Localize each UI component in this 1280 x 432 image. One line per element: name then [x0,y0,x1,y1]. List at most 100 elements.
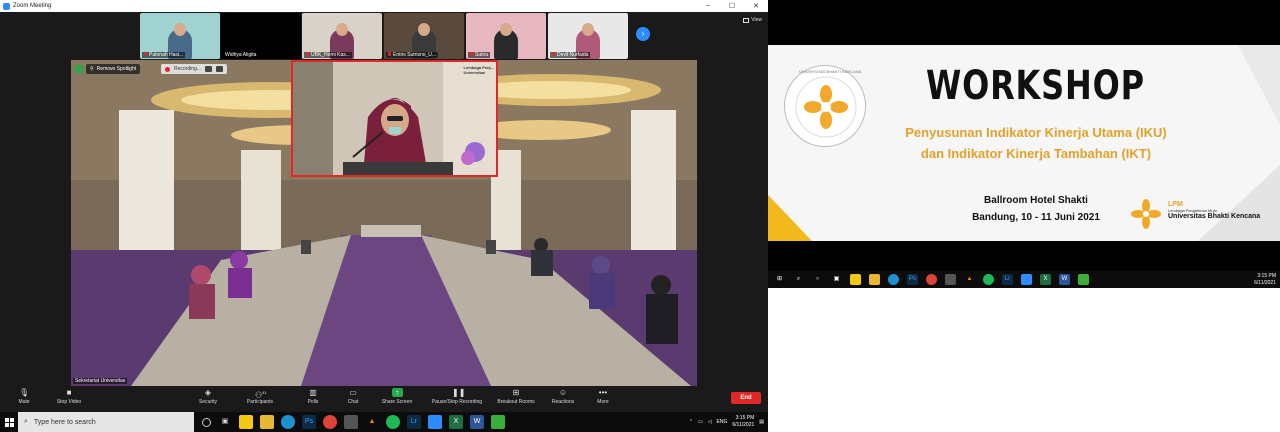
shield-icon [75,65,83,73]
file-explorer-icon[interactable] [260,415,274,429]
windows-logo-icon [4,417,14,427]
chat-button[interactable]: ▭ Chat [331,388,375,405]
network-icon[interactable]: ▭ [698,419,703,425]
media-player-icon[interactable] [945,274,956,285]
participant-tile[interactable]: Devil Nurfaida [548,13,628,59]
mute-button[interactable]: 🎙 Mute [2,388,46,405]
close-button[interactable]: ✕ [744,2,768,10]
smile-icon: ☺ [558,388,568,397]
participant-name: Widhya Aligita [225,52,257,58]
university-ring-text: UNIVERSITAS BHAKTI KENCANA [799,69,862,74]
zoom-taskbar-icon[interactable] [428,415,442,429]
sticky-notes-icon[interactable] [850,274,861,285]
photoshop-icon[interactable]: Ps [907,274,918,285]
zoom-window: Zoom Meeting – ☐ ✕ Patonah Hasi... Widhy… [0,0,768,432]
record-dot-icon [165,66,170,72]
tray-chevron-icon[interactable]: ⌃ [689,419,693,425]
task-view-icon[interactable]: ▣ [218,415,232,429]
next-page-arrow-icon[interactable]: › [636,27,650,41]
spotify-icon[interactable] [386,415,400,429]
excel-icon[interactable]: X [1040,274,1051,285]
shield-icon: ◈ [204,388,212,397]
photoshop-icon[interactable]: Ps [302,415,316,429]
chrome-icon[interactable] [926,274,937,285]
participant-tile[interactable]: Entris Sutrisno_U... [384,13,464,59]
zoom-taskbar-icon[interactable] [1021,274,1032,285]
slide-subtitle-2: dan Indikator Kinerja Tambahan (IKT) [920,146,1152,161]
participants-count: 41 [262,390,267,395]
stop-video-button[interactable]: ■ Stop Video [47,388,91,405]
slide-date: Bandung, 10 - 11 Juni 2021 [972,212,1100,223]
lightroom-icon[interactable]: Lr [407,415,421,429]
word-icon[interactable]: W [470,415,484,429]
mic-muted-icon [388,52,391,56]
stop-recording-icon[interactable] [215,66,223,72]
chrome-icon[interactable] [323,415,337,429]
minimize-button[interactable]: – [696,2,720,10]
start-button[interactable] [0,412,18,432]
second-taskbar-clock[interactable]: 3:15 PM 6/11/2021 [1254,273,1280,287]
share-arrow-icon: ↑ [391,388,403,397]
remove-spotlight-button[interactable]: ⚲ Remove Spotlight [86,64,141,74]
participant-name: UBK_Hemi Kas... [311,52,350,58]
participant-tile[interactable]: Widhya Aligita [221,13,301,59]
pause-recording-icon[interactable] [204,66,212,72]
share-screen-button[interactable]: ↑ Share Screen [375,388,419,405]
pause-stop-recording-button[interactable]: ❚❚ Pause/Stop Recording [427,388,487,405]
word-icon[interactable]: W [1059,274,1070,285]
volume-icon[interactable]: ◁ [708,419,712,425]
speaker-scene [293,62,496,175]
slide-letterbox-top [768,0,1280,45]
search-icon[interactable]: ⌕ [793,274,804,285]
sticky-notes-icon[interactable] [239,415,253,429]
view-button[interactable]: View [743,17,762,23]
reactions-button[interactable]: ☺ Reactions [541,388,585,405]
taskbar-clock[interactable]: 3:15 PM 6/11/2021 [732,415,754,429]
task-view-icon[interactable]: ▣ [831,274,842,285]
pause-icon: ❚❚ [452,388,466,397]
participant-name: Sutna [475,52,489,58]
search-icon: ⌕ [24,418,28,425]
microphone-icon: 🎙 [19,388,30,397]
windows-taskbar: ⌕ Type here to search ▣ Ps ▲ Lr X W ⌃ ▭ … [0,412,768,432]
recording-label: Recording... [174,66,201,72]
mic-muted-icon [144,52,147,56]
more-button[interactable]: ••• More [581,388,625,405]
recording-indicator: Recording... [161,64,227,74]
lpm-university: Universitas Bhakti Kencana [1168,213,1261,220]
slide-venue: Ballroom Hotel Shakti [984,195,1088,206]
vlc-icon[interactable]: ▲ [365,415,379,429]
polls-button[interactable]: ▥ Polls [291,388,335,405]
excel-icon[interactable]: X [449,415,463,429]
windows-logo-icon[interactable]: ⊞ [774,274,785,285]
edge-icon[interactable] [888,274,899,285]
file-explorer-icon[interactable] [869,274,880,285]
lightroom-icon[interactable]: Lr [1002,274,1013,285]
taskbar-search[interactable]: ⌕ Type here to search [18,412,194,432]
breakout-rooms-button[interactable]: ⊞ Breakout Rooms [494,388,538,405]
participants-button[interactable]: ⚇41 Participants [238,388,282,405]
security-button[interactable]: ◈ Security [186,388,230,405]
second-taskbar: ⊞ ⌕ ○ ▣ Ps ▲ Lr X W 3:15 PM 6/11/2021 [768,271,1280,288]
cortana-icon[interactable] [202,417,211,427]
slide-letterbox-bottom [768,241,1280,271]
active-speaker-pip[interactable]: Lembaga Penj... Universitas [291,60,498,177]
participant-tile[interactable]: Patonah Hasi... [140,13,220,59]
camtasia-icon[interactable] [1078,274,1089,285]
spotlight-participant-name: Sekretariat Universitas [73,378,128,384]
camtasia-icon[interactable] [491,415,505,429]
spotify-icon[interactable] [983,274,994,285]
cortana-icon[interactable]: ○ [812,274,823,285]
notification-icon[interactable]: ▤ [759,419,764,425]
lpm-block: LPM Lembaga Penjaminan Mutu Universitas … [1168,201,1260,220]
media-player-icon[interactable] [344,415,358,429]
vlc-icon[interactable]: ▲ [964,274,975,285]
maximize-button[interactable]: ☐ [720,2,744,10]
participant-tile[interactable]: Sutna [466,13,546,59]
participant-name: Entris Sutrisno_U... [393,52,437,58]
end-meeting-button[interactable]: End [731,392,761,404]
edge-icon[interactable] [281,415,295,429]
lpm-short: LPM [1168,201,1183,208]
language-indicator[interactable]: ENG [717,419,728,425]
participant-tile[interactable]: UBK_Hemi Kas... [302,13,382,59]
